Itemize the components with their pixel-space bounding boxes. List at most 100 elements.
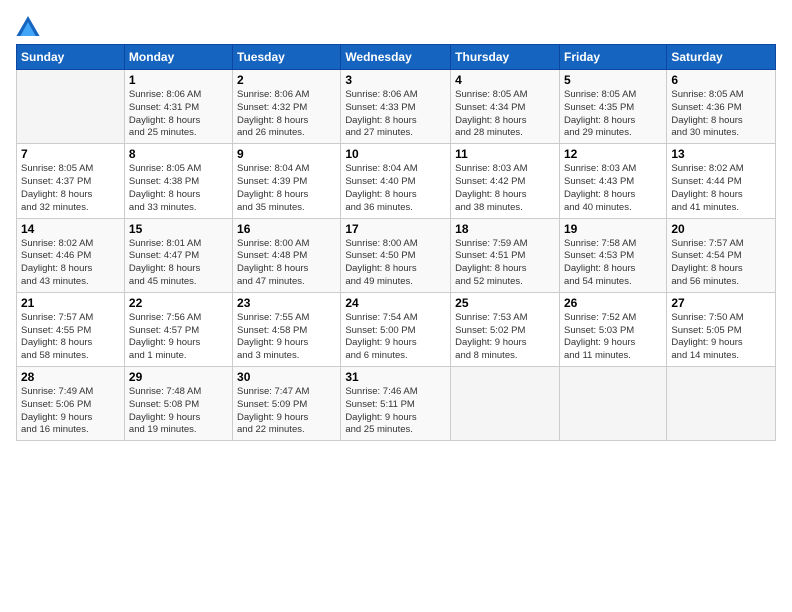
calendar-cell: 24Sunrise: 7:54 AM Sunset: 5:00 PM Dayli…	[341, 292, 451, 366]
day-info: Sunrise: 7:49 AM Sunset: 5:06 PM Dayligh…	[21, 386, 120, 437]
calendar-week-row: 14 Sunrise: 8:02 AM Sunset: 4:46 PM Dayli…	[17, 218, 776, 292]
weekday-header: Thursday	[451, 45, 560, 70]
day-number: 11	[455, 147, 555, 161]
calendar-cell: 26 Sunrise: 7:52 AM Sunset: 5:03 PM Dayli…	[559, 292, 666, 366]
day-number: 16	[237, 222, 336, 236]
day-info: Sunrise: 7:59 AM Sunset: 4:51 PM Dayligh…	[455, 238, 555, 289]
day-info: Sunrise: 8:06 AM Sunset: 4:33 PM Dayligh…	[345, 89, 446, 140]
day-number: 5	[564, 73, 662, 87]
day-info: Sunrise: 8:00 AM Sunset: 4:48 PM Dayligh…	[237, 238, 336, 289]
calendar-cell: 16 Sunrise: 8:00 AM Sunset: 4:48 PM Dayli…	[233, 218, 341, 292]
day-number: 3	[345, 73, 446, 87]
day-info: Sunrise: 7:56 AM Sunset: 4:57 PM Dayligh…	[129, 312, 228, 363]
day-number: 7	[21, 147, 120, 161]
calendar-cell: 11 Sunrise: 8:03 AM Sunset: 4:42 PM Dayli…	[451, 144, 560, 218]
day-info: Sunrise: 7:52 AM Sunset: 5:03 PM Dayligh…	[564, 312, 662, 363]
day-number: 28	[21, 370, 120, 384]
day-number: 14	[21, 222, 120, 236]
day-number: 2	[237, 73, 336, 87]
day-number: 25	[455, 296, 555, 310]
day-info: Sunrise: 8:05 AM Sunset: 4:37 PM Dayligh…	[21, 163, 120, 214]
day-number: 22	[129, 296, 228, 310]
calendar-cell: 1 Sunrise: 8:06 AM Sunset: 4:31 PM Daylig…	[124, 70, 232, 144]
day-info: Sunrise: 7:57 AM Sunset: 4:55 PM Dayligh…	[21, 312, 120, 363]
page-container: SundayMondayTuesdayWednesdayThursdayFrid…	[0, 0, 792, 449]
calendar-body: 1 Sunrise: 8:06 AM Sunset: 4:31 PM Daylig…	[17, 70, 776, 441]
page-header	[16, 16, 776, 36]
day-number: 20	[671, 222, 771, 236]
day-number: 21	[21, 296, 120, 310]
calendar-cell: 25 Sunrise: 7:53 AM Sunset: 5:02 PM Dayli…	[451, 292, 560, 366]
day-info: Sunrise: 7:50 AM Sunset: 5:05 PM Dayligh…	[671, 312, 771, 363]
day-info: Sunrise: 7:48 AM Sunset: 5:08 PM Dayligh…	[129, 386, 228, 437]
calendar-week-row: 1 Sunrise: 8:06 AM Sunset: 4:31 PM Daylig…	[17, 70, 776, 144]
calendar-cell: 4 Sunrise: 8:05 AM Sunset: 4:34 PM Daylig…	[451, 70, 560, 144]
day-info: Sunrise: 8:02 AM Sunset: 4:46 PM Dayligh…	[21, 238, 120, 289]
day-number: 23	[237, 296, 336, 310]
day-number: 30	[237, 370, 336, 384]
calendar-cell: 28 Sunrise: 7:49 AM Sunset: 5:06 PM Dayli…	[17, 367, 125, 441]
day-info: Sunrise: 8:05 AM Sunset: 4:35 PM Dayligh…	[564, 89, 662, 140]
day-info: Sunrise: 7:58 AM Sunset: 4:53 PM Dayligh…	[564, 238, 662, 289]
day-info: Sunrise: 8:01 AM Sunset: 4:47 PM Dayligh…	[129, 238, 228, 289]
logo	[16, 16, 42, 36]
calendar-cell: 19 Sunrise: 7:58 AM Sunset: 4:53 PM Dayli…	[559, 218, 666, 292]
calendar-cell	[559, 367, 666, 441]
day-number: 8	[129, 147, 228, 161]
day-info: Sunrise: 8:05 AM Sunset: 4:34 PM Dayligh…	[455, 89, 555, 140]
day-number: 17	[345, 222, 446, 236]
weekday-header: Wednesday	[341, 45, 451, 70]
calendar-cell: 30 Sunrise: 7:47 AM Sunset: 5:09 PM Dayli…	[233, 367, 341, 441]
day-info: Sunrise: 7:53 AM Sunset: 5:02 PM Dayligh…	[455, 312, 555, 363]
calendar-cell: 23 Sunrise: 7:55 AM Sunset: 4:58 PM Dayli…	[233, 292, 341, 366]
calendar-cell: 8Sunrise: 8:05 AM Sunset: 4:38 PM Daylig…	[124, 144, 232, 218]
calendar-cell: 29 Sunrise: 7:48 AM Sunset: 5:08 PM Dayli…	[124, 367, 232, 441]
weekday-row: SundayMondayTuesdayWednesdayThursdayFrid…	[17, 45, 776, 70]
day-info: Sunrise: 8:03 AM Sunset: 4:42 PM Dayligh…	[455, 163, 555, 214]
day-info: Sunrise: 8:04 AM Sunset: 4:40 PM Dayligh…	[345, 163, 446, 214]
day-number: 12	[564, 147, 662, 161]
calendar-cell	[451, 367, 560, 441]
calendar-cell: 3 Sunrise: 8:06 AM Sunset: 4:33 PM Daylig…	[341, 70, 451, 144]
logo-icon	[16, 16, 40, 36]
day-info: Sunrise: 7:57 AM Sunset: 4:54 PM Dayligh…	[671, 238, 771, 289]
calendar-table: SundayMondayTuesdayWednesdayThursdayFrid…	[16, 44, 776, 441]
day-number: 29	[129, 370, 228, 384]
calendar-cell: 15Sunrise: 8:01 AM Sunset: 4:47 PM Dayli…	[124, 218, 232, 292]
calendar-cell: 13Sunrise: 8:02 AM Sunset: 4:44 PM Dayli…	[667, 144, 776, 218]
day-info: Sunrise: 8:05 AM Sunset: 4:36 PM Dayligh…	[671, 89, 771, 140]
weekday-header: Friday	[559, 45, 666, 70]
day-info: Sunrise: 8:04 AM Sunset: 4:39 PM Dayligh…	[237, 163, 336, 214]
calendar-week-row: 7 Sunrise: 8:05 AM Sunset: 4:37 PM Daylig…	[17, 144, 776, 218]
calendar-cell: 2 Sunrise: 8:06 AM Sunset: 4:32 PM Daylig…	[233, 70, 341, 144]
calendar-cell: 10 Sunrise: 8:04 AM Sunset: 4:40 PM Dayli…	[341, 144, 451, 218]
weekday-header: Sunday	[17, 45, 125, 70]
day-number: 10	[345, 147, 446, 161]
day-info: Sunrise: 7:54 AM Sunset: 5:00 PM Dayligh…	[345, 312, 446, 363]
calendar-cell: 12Sunrise: 8:03 AM Sunset: 4:43 PM Dayli…	[559, 144, 666, 218]
day-number: 1	[129, 73, 228, 87]
calendar-cell: 22 Sunrise: 7:56 AM Sunset: 4:57 PM Dayli…	[124, 292, 232, 366]
calendar-cell	[667, 367, 776, 441]
day-number: 26	[564, 296, 662, 310]
day-info: Sunrise: 8:06 AM Sunset: 4:31 PM Dayligh…	[129, 89, 228, 140]
calendar-cell: 7 Sunrise: 8:05 AM Sunset: 4:37 PM Daylig…	[17, 144, 125, 218]
weekday-header: Tuesday	[233, 45, 341, 70]
day-info: Sunrise: 8:02 AM Sunset: 4:44 PM Dayligh…	[671, 163, 771, 214]
calendar-cell: 21 Sunrise: 7:57 AM Sunset: 4:55 PM Dayli…	[17, 292, 125, 366]
calendar-cell: 20 Sunrise: 7:57 AM Sunset: 4:54 PM Dayli…	[667, 218, 776, 292]
day-info: Sunrise: 8:06 AM Sunset: 4:32 PM Dayligh…	[237, 89, 336, 140]
day-number: 9	[237, 147, 336, 161]
day-info: Sunrise: 7:55 AM Sunset: 4:58 PM Dayligh…	[237, 312, 336, 363]
calendar-cell: 17Sunrise: 8:00 AM Sunset: 4:50 PM Dayli…	[341, 218, 451, 292]
day-number: 27	[671, 296, 771, 310]
day-number: 18	[455, 222, 555, 236]
calendar-cell: 31Sunrise: 7:46 AM Sunset: 5:11 PM Dayli…	[341, 367, 451, 441]
day-number: 19	[564, 222, 662, 236]
day-number: 4	[455, 73, 555, 87]
calendar-cell: 9 Sunrise: 8:04 AM Sunset: 4:39 PM Daylig…	[233, 144, 341, 218]
calendar-cell: 18 Sunrise: 7:59 AM Sunset: 4:51 PM Dayli…	[451, 218, 560, 292]
weekday-header: Saturday	[667, 45, 776, 70]
day-info: Sunrise: 7:47 AM Sunset: 5:09 PM Dayligh…	[237, 386, 336, 437]
calendar-week-row: 28 Sunrise: 7:49 AM Sunset: 5:06 PM Dayli…	[17, 367, 776, 441]
